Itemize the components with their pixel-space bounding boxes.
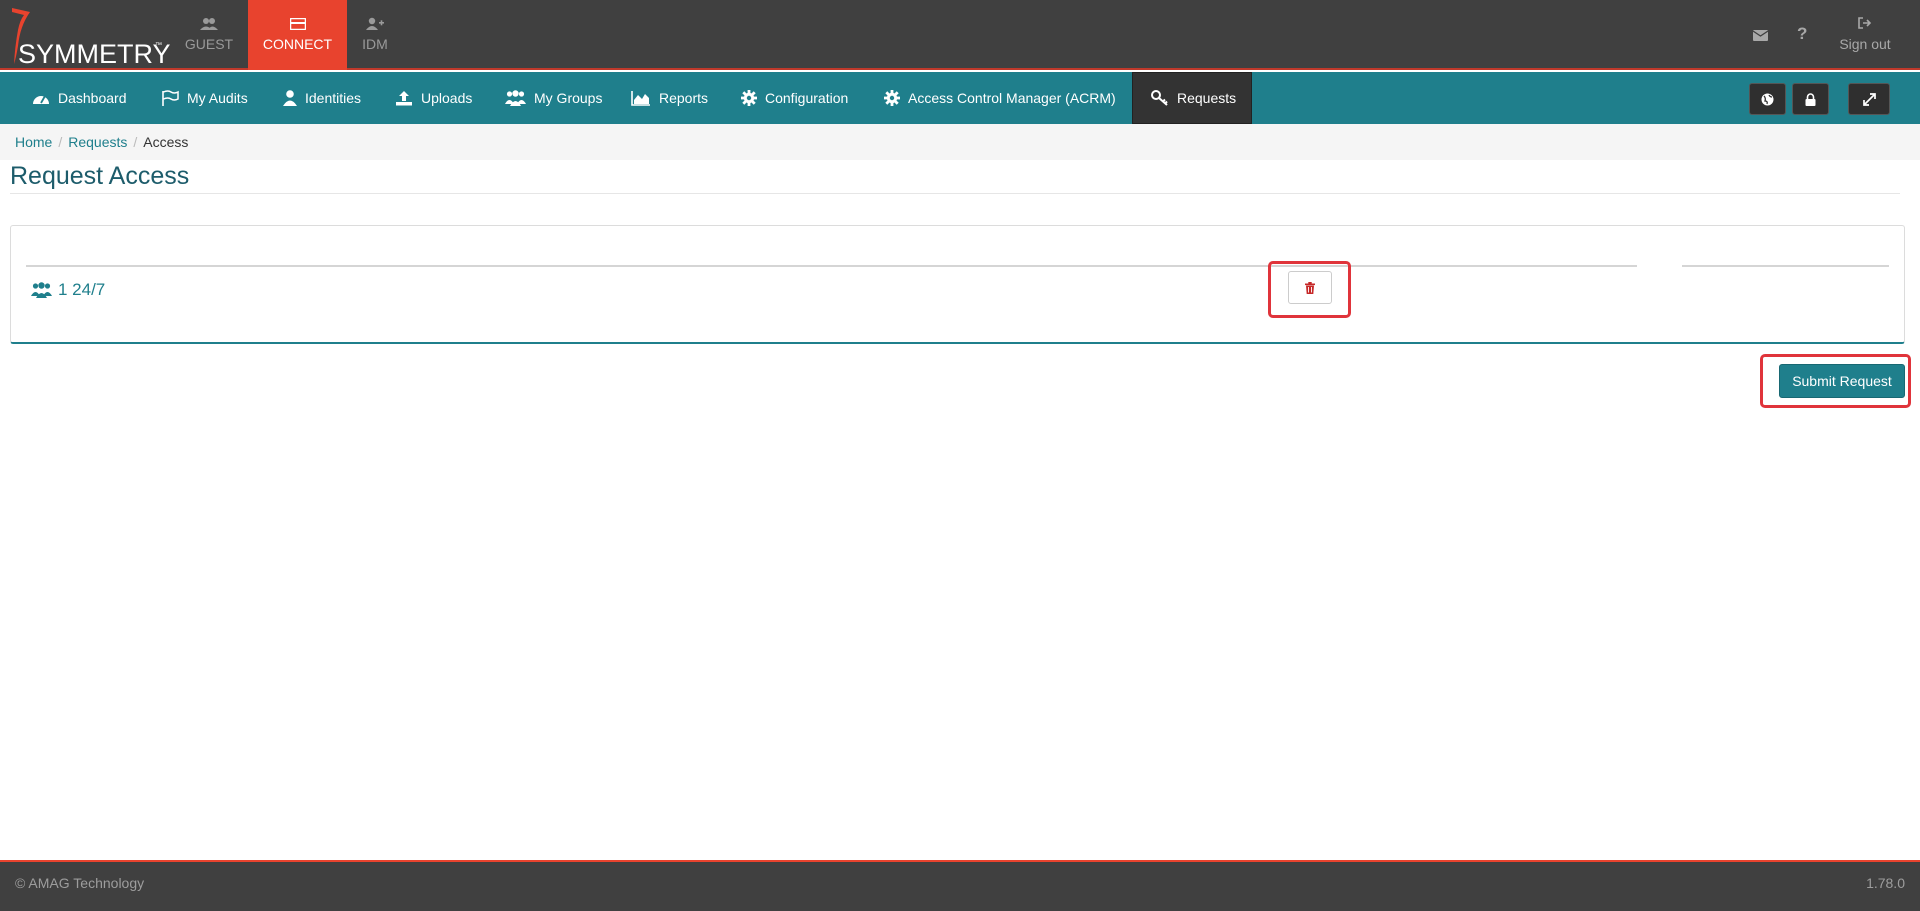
footer: © AMAG Technology 1.78.0	[0, 860, 1920, 911]
nav-label: Uploads	[421, 90, 473, 106]
users-icon	[31, 282, 52, 298]
breadcrumb-separator: /	[133, 134, 138, 150]
trash-icon	[1305, 281, 1315, 294]
nav-item-identities[interactable]: Identities	[283, 72, 361, 124]
title-divider	[10, 193, 1900, 194]
gear-icon	[884, 90, 900, 106]
symmetry-logo[interactable]: SYMMETRY ™	[6, 6, 171, 69]
nav-item-configuration[interactable]: Configuration	[741, 72, 848, 124]
lock-button[interactable]	[1792, 83, 1829, 115]
request-panel: 1 24/7	[10, 225, 1905, 344]
top-bar: SYMMETRY ™ GUEST CONNECT IDM ? Sign out	[0, 0, 1920, 70]
gear-icon	[741, 90, 757, 106]
breadcrumb: Home / Requests / Access	[0, 124, 1920, 160]
breadcrumb-current: Access	[143, 134, 189, 150]
logo-text: SYMMETRY	[18, 39, 171, 69]
main-nav: Dashboard My Audits Identities Uploads M…	[0, 72, 1920, 124]
nav-item-my-audits[interactable]: My Audits	[161, 72, 248, 124]
nav-item-acrm[interactable]: Access Control Manager (ACRM)	[884, 72, 1116, 124]
help-icon[interactable]: ?	[1797, 24, 1807, 44]
panel-divider	[26, 265, 1637, 267]
module-tab-guest[interactable]: GUEST	[170, 0, 248, 70]
nav-item-uploads[interactable]: Uploads	[395, 72, 472, 124]
fullscreen-button[interactable]	[1848, 83, 1890, 115]
module-tab-idm[interactable]: IDM	[347, 0, 403, 70]
sign-out-label: Sign out	[1839, 36, 1891, 52]
breadcrumb-separator: /	[58, 134, 63, 150]
nav-item-reports[interactable]: Reports	[631, 72, 708, 124]
nav-label: Requests	[1177, 90, 1237, 106]
nav-item-dashboard[interactable]: Dashboard	[32, 72, 127, 124]
delete-button[interactable]	[1288, 271, 1332, 304]
nav-item-my-groups[interactable]: My Groups	[505, 72, 602, 124]
dashboard-icon	[33, 95, 49, 104]
nav-label: My Audits	[187, 90, 248, 106]
user-plus-icon	[347, 17, 403, 33]
nav-label: Identities	[305, 90, 362, 106]
footer-version: 1.78.0	[1866, 875, 1905, 891]
globe-button[interactable]	[1749, 83, 1786, 115]
module-tab-connect[interactable]: CONNECT	[248, 0, 347, 70]
module-tab-label: CONNECT	[262, 36, 333, 52]
nav-label: Reports	[659, 90, 709, 106]
nav-label: Dashboard	[58, 90, 127, 106]
key-icon	[1151, 90, 1168, 106]
breadcrumb-home[interactable]: Home	[15, 134, 52, 150]
user-icon	[283, 90, 297, 106]
flag-icon	[162, 90, 179, 106]
logo-trademark: ™	[155, 42, 162, 49]
sign-out-icon	[1830, 16, 1900, 32]
nav-label: Access Control Manager (ACRM)	[908, 90, 1116, 106]
group-name: 1 24/7	[58, 280, 106, 299]
panel-divider	[1682, 265, 1889, 267]
footer-copyright: © AMAG Technology	[15, 875, 145, 891]
nav-label: My Groups	[534, 90, 603, 106]
group-item[interactable]: 1 24/7	[31, 280, 105, 300]
upload-icon	[396, 91, 412, 106]
envelope-icon[interactable]	[1752, 28, 1769, 45]
nav-item-requests[interactable]: Requests	[1132, 72, 1252, 124]
submit-request-button[interactable]: Submit Request	[1779, 364, 1905, 398]
expand-icon	[1862, 92, 1876, 106]
module-tab-label: IDM	[362, 36, 388, 52]
module-tab-label: GUEST	[184, 36, 234, 52]
users-icon	[505, 90, 526, 106]
nav-label: Configuration	[765, 90, 849, 106]
area-chart-icon	[631, 91, 650, 106]
breadcrumb-requests[interactable]: Requests	[68, 134, 127, 150]
sign-out-button[interactable]: Sign out	[1830, 16, 1900, 52]
page-title: Request Access	[10, 162, 190, 190]
globe-icon	[1761, 93, 1774, 105]
card-icon	[248, 17, 347, 33]
users-icon	[170, 17, 248, 33]
lock-icon	[1805, 92, 1816, 106]
